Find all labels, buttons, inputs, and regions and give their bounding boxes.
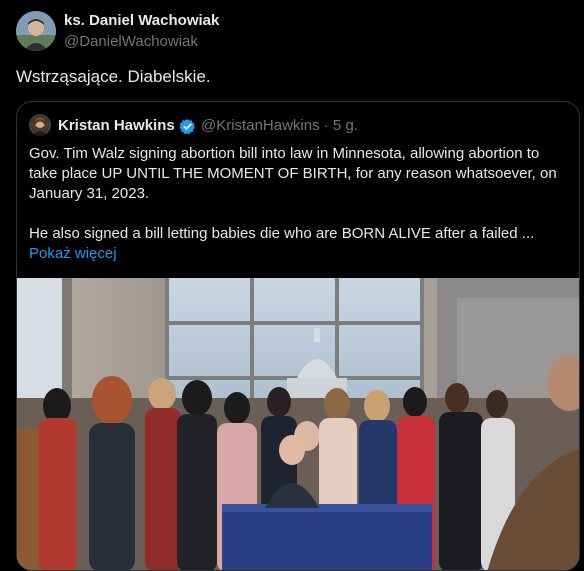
quoted-media-image[interactable] [17, 278, 579, 570]
author-avatar[interactable] [16, 11, 56, 51]
tweet: ks. Daniel Wachowiak @DanielWachowiak Ws… [0, 0, 584, 571]
quoted-author-meta[interactable]: @KristanHawkins · 5 g. [201, 117, 358, 134]
quoted-paragraph-1: Gov. Tim Walz signing abortion bill into… [29, 145, 557, 202]
verified-badge-icon [179, 118, 196, 135]
quoted-author-name[interactable]: Kristan Hawkins [58, 117, 175, 134]
show-more-link[interactable]: Pokaż więcej [29, 244, 569, 264]
quoted-tweet-text: Gov. Tim Walz signing abortion bill into… [29, 144, 569, 264]
author-handle[interactable]: @DanielWachowiak [64, 33, 198, 50]
quoted-author-avatar[interactable] [29, 114, 51, 136]
quoted-timestamp: · 5 g. [323, 117, 358, 134]
tweet-text: Wstrząsające. Diabelskie. [16, 67, 211, 86]
quoted-tweet[interactable]: Kristan Hawkins @KristanHawkins · 5 g. G… [16, 101, 580, 571]
quoted-paragraph-2: He also signed a bill letting babies die… [29, 225, 535, 242]
quoted-author-handle: @KristanHawkins [201, 117, 320, 134]
author-name[interactable]: ks. Daniel Wachowiak [64, 12, 219, 29]
